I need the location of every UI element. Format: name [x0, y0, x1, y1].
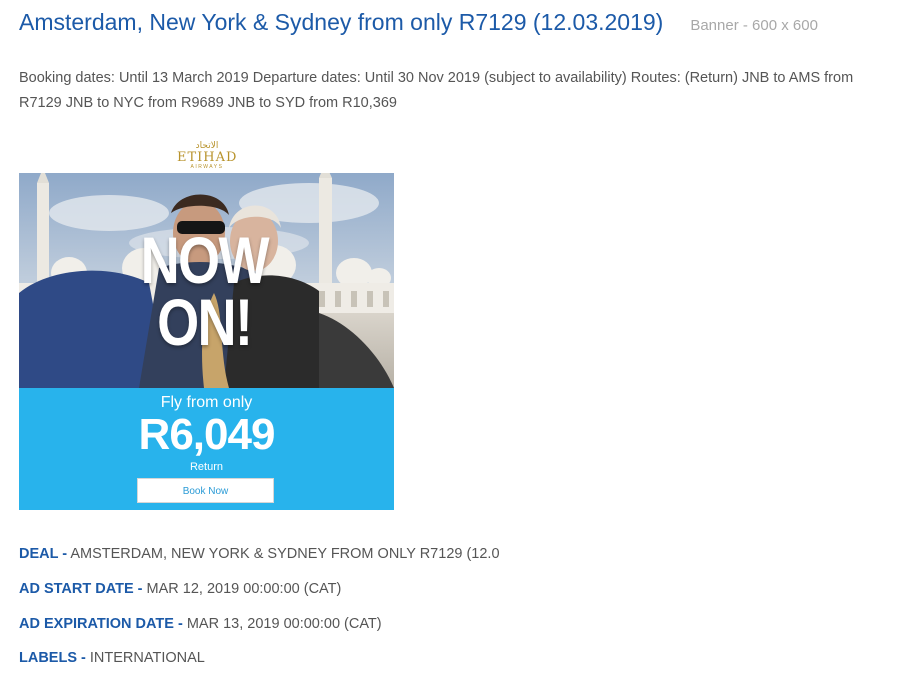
fare-type: Return [189, 461, 224, 473]
ad-expiration-date-value: MAR 13, 2019 00:00:00 (CAT) [186, 616, 382, 632]
deal-detail: DEAL - AMSTERDAM, NEW YORK & SYDNEY FROM… [19, 546, 500, 562]
banner-size-label: Banner - 600 x 600 [690, 17, 818, 34]
promo-price: R6,049 [138, 410, 276, 459]
ad-start-date-value: MAR 12, 2019 00:00:00 (CAT) [146, 581, 342, 597]
deal-description: Booking dates: Until 13 March 2019 Depar… [19, 70, 854, 111]
labels-value: INTERNATIONAL [89, 650, 205, 666]
book-now-button[interactable]: Book Now [137, 478, 274, 503]
deal-value: AMSTERDAM, NEW YORK & SYDNEY FROM ONLY R… [70, 546, 500, 562]
etihad-logo: الاتحاد ETIHAD AIRWAYS [177, 141, 237, 170]
now-on-headline: NOW ON! [51, 223, 359, 359]
deal-title[interactable]: Amsterdam, New York & Sydney from only R… [19, 9, 663, 36]
labels-detail: LABELS - INTERNATIONAL [19, 650, 205, 666]
logo-name: ETIHAD [177, 150, 238, 165]
labels-key: LABELS - [19, 650, 86, 666]
ad-start-date-detail: AD START DATE - MAR 12, 2019 00:00:00 (C… [19, 581, 341, 597]
header-row: Amsterdam, New York & Sydney from only R… [19, 9, 818, 36]
deal-key: DEAL - [19, 546, 68, 562]
ad-expiration-date-key: AD EXPIRATION DATE - [19, 616, 183, 632]
headline-line-2: ON! [157, 285, 253, 359]
promo-panel: Fly from only R6,049 Return Book Now [19, 388, 394, 510]
headline-line-1: NOW [140, 223, 270, 297]
ad-start-date-key: AD START DATE - [19, 581, 143, 597]
ad-expiration-date-detail: AD EXPIRATION DATE - MAR 13, 2019 00:00:… [19, 616, 382, 632]
ad-banner[interactable]: الاتحاد ETIHAD AIRWAYS NOW ON! Fly from … [19, 135, 394, 510]
